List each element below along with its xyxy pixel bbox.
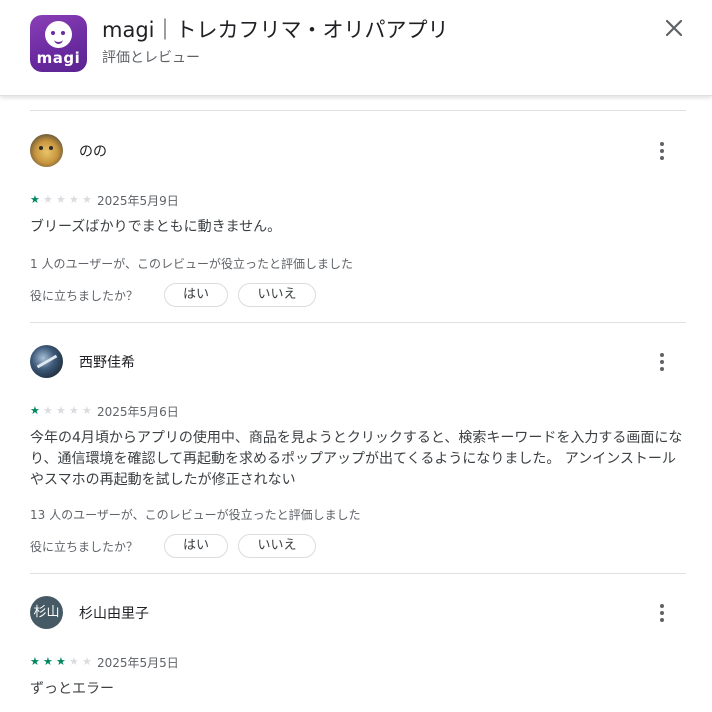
- more-vert-icon-dot: [660, 360, 664, 364]
- more-vert-icon-dot: [660, 367, 664, 371]
- review-more-button[interactable]: [652, 601, 672, 625]
- more-vert-icon-dot: [660, 149, 664, 153]
- avatar: [30, 134, 63, 167]
- review-author: のの: [79, 144, 107, 160]
- divider: [30, 110, 686, 111]
- helpful-no-button[interactable]: いいえ: [238, 283, 316, 307]
- helpful-count: 13 人のユーザーが、このレビューが役立ったと評価しました: [30, 508, 361, 522]
- star-icon: ★: [69, 655, 79, 668]
- star-rating: ★ ★ ★ ★ ★: [30, 194, 93, 206]
- mascot-icon: [45, 21, 72, 48]
- more-vert-icon: [660, 604, 664, 608]
- more-vert-icon-dot: [660, 611, 664, 615]
- close-button[interactable]: [660, 14, 688, 42]
- helpful-question: 役に立ちましたか？: [30, 540, 139, 554]
- avatar: [30, 345, 63, 378]
- star-icon: ★: [82, 404, 92, 417]
- close-icon: [665, 19, 683, 37]
- review-more-button[interactable]: [652, 350, 672, 374]
- helpful-yes-button[interactable]: はい: [164, 283, 228, 307]
- star-icon: ★: [43, 404, 53, 417]
- dialog-subtitle: 評価とレビュー: [102, 50, 200, 66]
- avatar: 杉山: [30, 596, 63, 629]
- more-vert-icon-dot: [660, 618, 664, 622]
- more-vert-icon: [660, 142, 664, 146]
- star-rating: ★ ★ ★ ★ ★: [30, 405, 93, 417]
- review-author: 西野佳希: [79, 355, 135, 371]
- star-icon: ★: [30, 655, 40, 668]
- helpful-count: 1 人のユーザーが、このレビューが役立ったと評価しました: [30, 257, 353, 271]
- review-date: 2025年5月6日: [97, 405, 179, 419]
- review-text: 今年の4月頃からアプリの使用中、商品を見ようとクリックすると、検索キーワードを入…: [30, 430, 683, 488]
- helpful-yes-button[interactable]: はい: [164, 534, 228, 558]
- dialog-header: magi magi｜トレカフリマ・オリパアプリ 評価とレビュー: [0, 0, 712, 96]
- app-icon: magi: [30, 15, 87, 72]
- star-rating: ★ ★ ★ ★ ★: [30, 656, 93, 668]
- more-vert-icon: [660, 353, 664, 357]
- review-more-button[interactable]: [652, 139, 672, 163]
- more-vert-icon-dot: [660, 156, 664, 160]
- star-icon: ★: [56, 193, 66, 206]
- review-author: 杉山由里子: [79, 606, 149, 622]
- star-icon: ★: [82, 193, 92, 206]
- star-icon: ★: [82, 655, 92, 668]
- star-icon: ★: [69, 193, 79, 206]
- review-date: 2025年5月5日: [97, 656, 179, 670]
- star-icon: ★: [30, 404, 40, 417]
- star-icon: ★: [30, 193, 40, 206]
- helpful-question: 役に立ちましたか？: [30, 289, 139, 303]
- divider: [30, 573, 686, 574]
- star-icon: ★: [43, 193, 53, 206]
- review-date: 2025年5月9日: [97, 194, 179, 208]
- app-logo-text: magi: [36, 49, 81, 67]
- app-title: magi｜トレカフリマ・オリパアプリ: [102, 18, 449, 42]
- helpful-no-button[interactable]: いいえ: [238, 534, 316, 558]
- star-icon: ★: [56, 655, 66, 668]
- star-icon: ★: [56, 404, 66, 417]
- divider: [30, 322, 686, 323]
- review-text: ブリーズばかりでまともに動きません。: [30, 219, 282, 235]
- star-icon: ★: [69, 404, 79, 417]
- star-icon: ★: [43, 655, 53, 668]
- review-text: ずっとエラー: [30, 681, 114, 697]
